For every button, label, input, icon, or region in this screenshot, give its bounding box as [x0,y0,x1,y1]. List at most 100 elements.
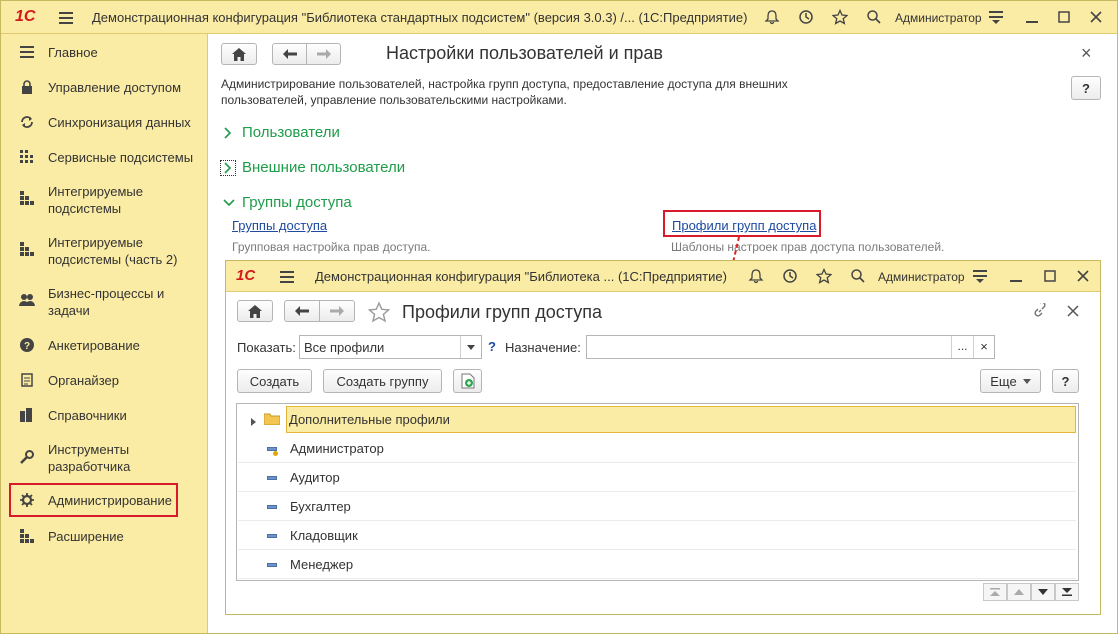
close-window-icon[interactable] [1074,267,1092,285]
maximize-icon[interactable] [1055,8,1073,26]
star-icon[interactable] [831,8,849,26]
menu-icon[interactable] [278,268,296,286]
svg-text:?: ? [24,341,30,352]
search-icon[interactable] [865,8,883,26]
subwindow-title: Демонстрационная конфигурация "Библиотек… [315,269,727,284]
sidebar-item-business[interactable]: Бизнес-процессы и задачи [1,284,208,320]
show-select[interactable]: Все профили [299,335,482,359]
group-users[interactable]: Пользователи [223,124,340,141]
clear-button[interactable]: × [973,336,994,358]
favorite-star-icon[interactable] [367,301,391,326]
home-button[interactable] [221,43,257,65]
access-groups-link[interactable]: Группы доступа [232,218,327,233]
sidebar-item-label: Бизнес-процессы и задачи [48,286,165,318]
question-icon: ? [18,336,36,354]
back-button[interactable] [284,300,320,322]
minimize-icon[interactable] [1007,267,1025,285]
wrench-icon [18,448,36,466]
app-logo: 1С [236,267,256,284]
row-label: Администратор [290,440,384,456]
sidebar-item-integrated-2[interactable]: Интегрируемые подсистемы (часть 2) [1,233,208,269]
profile-icon [267,534,277,538]
table-row[interactable]: Менеджер [238,550,1076,579]
app-title: Демонстрационная конфигурация "Библиотек… [92,10,748,25]
access-groups-hint: Групповая настройка прав доступа. [232,240,431,254]
table-row[interactable]: Бухгалтер [238,492,1076,521]
scroll-top-button[interactable] [983,583,1007,601]
close-form-icon[interactable] [1067,305,1079,320]
sidebar-item-label: Интегрируемые подсистемы [48,184,143,216]
row-label: Дополнительные профили [289,412,450,427]
sidebar-item-label: Интегрируемые подсистемы (часть 2) [48,235,178,267]
user-name[interactable]: Администратор [895,11,982,25]
home-button[interactable] [237,300,273,322]
scroll-down-button[interactable] [1031,583,1055,601]
sidebar-item-label: Главное [48,45,98,60]
create-group-button[interactable]: Создать группу [323,369,442,393]
minimize-icon[interactable] [1023,8,1041,26]
forward-button[interactable] [319,300,355,322]
notepad-icon [18,371,36,389]
spreadsheet-icon [461,373,474,389]
settings-icon[interactable] [971,267,989,285]
close-window-icon[interactable] [1087,8,1105,26]
settings-icon[interactable] [987,8,1005,26]
sidebar-item-devtools[interactable]: Инструменты разработчика [1,440,208,476]
sidebar-item-catalogs[interactable]: Справочники [1,405,208,425]
sidebar: Главное Управление доступом Синхронизаци… [1,34,208,633]
pick-button[interactable]: ... [951,336,973,358]
scroll-bottom-button[interactable] [1055,583,1079,601]
help-button[interactable]: ? [1052,369,1079,393]
chevron-down-icon[interactable] [460,336,481,358]
sidebar-item-label: Анкетирование [48,338,140,353]
create-button[interactable]: Создать [237,369,312,393]
expand-icon[interactable] [251,414,256,429]
user-name[interactable]: Администратор [878,270,965,284]
export-button[interactable] [453,369,482,393]
group-external-users-label: Внешние пользователи [242,159,406,176]
sidebar-item-main[interactable]: Главное [1,42,208,62]
group-access-groups-label: Группы доступа [242,194,352,211]
purpose-field[interactable]: ... × [586,335,995,359]
help-mark[interactable]: ? [488,339,496,354]
search-icon[interactable] [849,267,867,285]
chevron-down-icon [1022,378,1031,384]
history-icon[interactable] [797,8,815,26]
history-icon[interactable] [781,267,799,285]
sidebar-item-label: Инструменты разработчика [48,442,131,474]
link-icon[interactable] [1032,301,1048,322]
purpose-label: Назначение: [505,340,581,355]
help-button[interactable]: ? [1071,76,1101,100]
close-icon[interactable]: × [1081,43,1092,64]
scroll-up-button[interactable] [1007,583,1031,601]
sidebar-item-organizer[interactable]: Органайзер [1,370,208,390]
forward-button[interactable] [306,43,341,65]
books-icon [18,406,36,424]
maximize-icon[interactable] [1041,267,1059,285]
lock-icon [18,78,36,96]
group-access-groups[interactable]: Группы доступа [223,194,352,211]
sidebar-item-access[interactable]: Управление доступом [1,77,208,97]
menu-icon[interactable] [57,9,75,27]
sidebar-item-service[interactable]: Сервисные подсистемы [1,147,208,167]
sidebar-item-extension[interactable]: Расширение [1,526,208,546]
group-users-label: Пользователи [242,124,340,141]
group-external-users[interactable]: Внешние пользователи [220,159,405,176]
back-button[interactable] [272,43,307,65]
star-icon[interactable] [815,267,833,285]
highlight-admin [9,483,178,517]
table-row[interactable]: Кладовщик [238,521,1076,550]
sidebar-item-sync[interactable]: Синхронизация данных [1,112,208,132]
more-button[interactable]: Еще [980,369,1041,393]
sidebar-item-integrated[interactable]: Интегрируемые подсистемы [1,182,208,218]
blocks-icon [18,527,36,545]
table-row[interactable]: Аудитор [238,463,1076,492]
chevron-right-icon [220,159,236,176]
bell-icon[interactable] [763,8,781,26]
row-label: Бухгалтер [290,498,351,514]
bell-icon[interactable] [747,267,765,285]
sidebar-item-survey[interactable]: ? Анкетирование [1,335,208,355]
table-row[interactable]: Администратор [238,434,1076,463]
form-title: Профили групп доступа [402,302,602,322]
profile-icon [267,563,277,567]
